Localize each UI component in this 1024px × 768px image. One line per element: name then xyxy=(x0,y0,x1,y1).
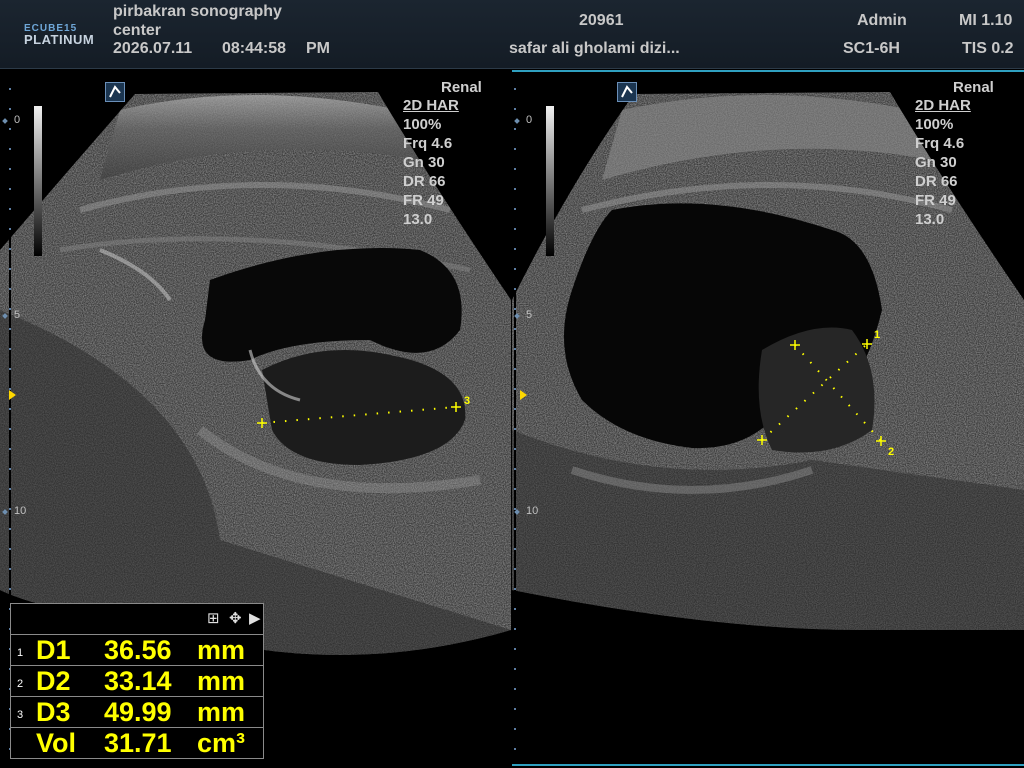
power-level: 100% xyxy=(403,116,442,133)
imaging-mode: 2D HAR xyxy=(915,97,971,114)
right-ultrasound-view[interactable]: 1 2 0 5 10 Renal 2D HAR 100% Frq 4.6 Gn … xyxy=(512,70,1024,768)
probe-orientation-icon xyxy=(617,82,637,102)
measurement-row-d2[interactable]: 2 D2 33.14 mm xyxy=(10,666,264,697)
patient-id: 20961 xyxy=(579,12,624,29)
dynamic-range: DR 66 xyxy=(915,173,958,190)
patient-name: safar ali gholami dizi... xyxy=(509,40,680,57)
depth-label-10: 10 xyxy=(526,505,539,517)
depth-label-5: 5 xyxy=(526,309,533,321)
depth-value: 13.0 xyxy=(915,211,945,228)
frequency: Frq 4.6 xyxy=(915,135,965,152)
grayscale-bar xyxy=(34,106,42,256)
grayscale-bar xyxy=(546,106,554,256)
facility-name: pirbakran sonography xyxy=(113,3,282,20)
dynamic-range: DR 66 xyxy=(403,173,446,190)
facility-name-line2: center xyxy=(113,22,162,39)
frame-rate: FR 49 xyxy=(403,192,444,209)
exam-date: 2026.07.11 xyxy=(113,40,193,57)
left-imaging-parameters: Renal 2D HAR 100% Frq 4.6 Gn 30 DR 66 FR… xyxy=(403,79,511,229)
caliper-label-1: 1 xyxy=(874,329,880,341)
gain: Gn 30 xyxy=(915,154,957,171)
depth-label-0: 0 xyxy=(14,114,21,126)
mi-index: MI 1.10 xyxy=(959,12,1013,29)
ecube-logo: ECUBE15 PLATINUM xyxy=(24,23,95,47)
preset-label: Renal xyxy=(953,79,994,96)
measurement-results-panel[interactable]: ⊞ ✥ ▶ 1 D1 36.56 mm 2 D2 33.14 mm 3 D3 4… xyxy=(10,603,264,765)
measurement-row-d3[interactable]: 3 D3 49.99 mm xyxy=(10,697,264,728)
measurement-row-volume[interactable]: Vol 31.71 cm³ xyxy=(10,728,264,759)
expand-arrow-icon[interactable]: ▶ xyxy=(249,610,261,626)
measurement-toolbar: ⊞ ✥ ▶ xyxy=(10,603,264,635)
tis-index: TIS 0.2 xyxy=(962,40,1014,57)
depth-value: 13.0 xyxy=(403,211,433,228)
preset-label: Renal xyxy=(441,79,482,96)
caliper-label-2: 2 xyxy=(888,446,894,458)
active-view-indicator-bottom xyxy=(512,764,1024,766)
right-imaging-parameters: Renal 2D HAR 100% Frq 4.6 Gn 30 DR 66 FR… xyxy=(915,79,1023,229)
header-bar: ECUBE15 PLATINUM pirbakran sonography ce… xyxy=(0,0,1024,69)
gain: Gn 30 xyxy=(403,154,445,171)
imaging-mode: 2D HAR xyxy=(403,97,459,114)
move-icon[interactable]: ✥ xyxy=(229,610,242,626)
measurement-row-d1[interactable]: 1 D1 36.56 mm xyxy=(10,635,264,666)
exam-time: 08:44:58 xyxy=(222,40,287,57)
caliper-label-3: 3 xyxy=(464,395,470,407)
focus-marker[interactable] xyxy=(520,390,527,400)
active-view-indicator xyxy=(512,70,1024,72)
depth-label-0: 0 xyxy=(526,114,533,126)
frequency: Frq 4.6 xyxy=(403,135,453,152)
frame-rate: FR 49 xyxy=(915,192,956,209)
exam-ampm: PM xyxy=(306,40,330,57)
power-level: 100% xyxy=(915,116,954,133)
probe-orientation-icon xyxy=(105,82,125,102)
layout-icon[interactable]: ⊞ xyxy=(207,610,220,626)
operator-name: Admin xyxy=(857,12,907,29)
depth-scale xyxy=(514,70,516,768)
depth-label-5: 5 xyxy=(14,309,21,321)
depth-label-10: 10 xyxy=(14,505,27,517)
probe-name: SC1-6H xyxy=(843,40,900,57)
focus-marker[interactable] xyxy=(9,390,16,400)
